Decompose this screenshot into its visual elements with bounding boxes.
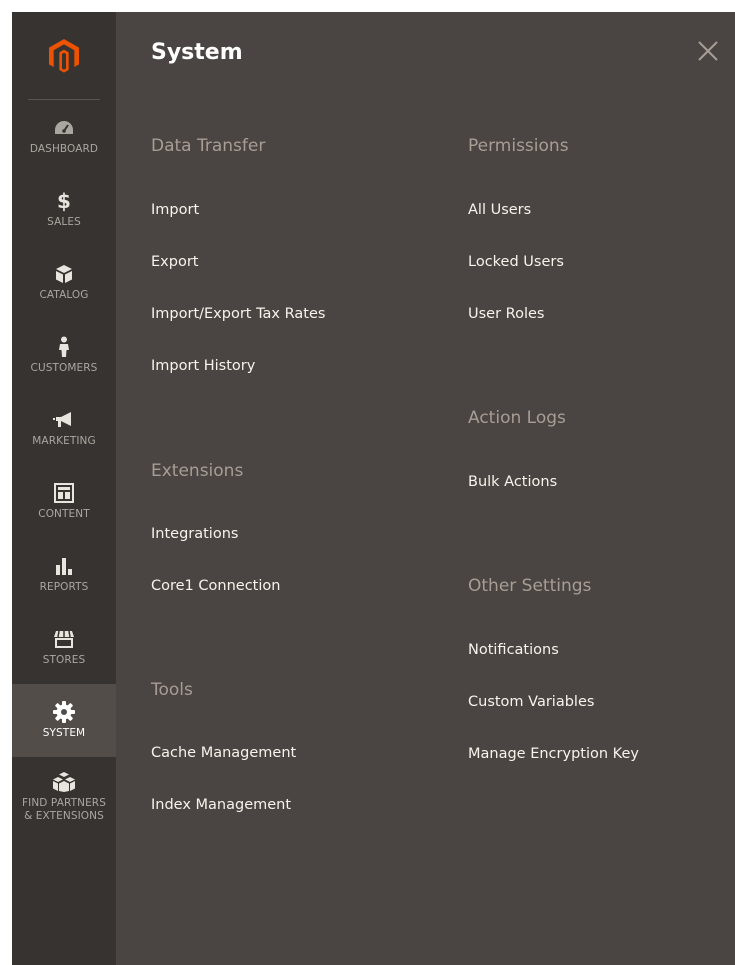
link-custom-variables[interactable]: Custom Variables bbox=[468, 694, 594, 710]
page-title: System bbox=[151, 40, 243, 65]
link-import-export-tax-rates[interactable]: Import/Export Tax Rates bbox=[151, 306, 325, 322]
sidebar-item-label: STORES bbox=[42, 654, 86, 666]
sidebar-item-dashboard[interactable]: DASHBOARD bbox=[12, 100, 116, 173]
sidebar-item-label: CONTENT bbox=[38, 508, 90, 520]
sidebar-item-label: CUSTOMERS bbox=[30, 362, 98, 374]
sidebar-item-label: SALES bbox=[47, 216, 81, 228]
cubes-icon bbox=[53, 771, 75, 793]
section-title-permissions: Permissions bbox=[468, 136, 569, 156]
close-icon bbox=[698, 41, 718, 61]
link-integrations[interactable]: Integrations bbox=[151, 526, 238, 542]
system-menu-panel: System Data Transfer Import Export Impor… bbox=[116, 12, 735, 965]
link-all-users[interactable]: All Users bbox=[468, 202, 531, 218]
close-button[interactable] bbox=[697, 40, 719, 62]
sidebar-item-label: MARKETING bbox=[32, 435, 96, 447]
sidebar-item-sales[interactable]: $ SALES bbox=[12, 173, 116, 246]
sidebar-item-catalog[interactable]: CATALOG bbox=[12, 246, 116, 319]
megaphone-icon bbox=[53, 409, 75, 431]
link-index-management[interactable]: Index Management bbox=[151, 797, 291, 813]
sidebar-item-marketing[interactable]: MARKETING bbox=[12, 392, 116, 465]
admin-app: DASHBOARD $ SALES CATALOG CUSTOMERS MARK… bbox=[12, 12, 735, 965]
link-user-roles[interactable]: User Roles bbox=[468, 306, 544, 322]
sidebar-item-label: SYSTEM bbox=[42, 727, 86, 739]
section-title-tools: Tools bbox=[151, 680, 193, 700]
sidebar-item-reports[interactable]: REPORTS bbox=[12, 538, 116, 611]
storefront-icon bbox=[53, 628, 75, 650]
sidebar-item-label: REPORTS bbox=[39, 581, 89, 593]
link-export[interactable]: Export bbox=[151, 254, 198, 270]
sidebar-item-system[interactable]: SYSTEM bbox=[12, 684, 116, 757]
sidebar-item-label: CATALOG bbox=[39, 289, 89, 301]
bar-chart-icon bbox=[54, 555, 74, 577]
gear-icon bbox=[53, 701, 75, 723]
section-title-data-transfer: Data Transfer bbox=[151, 136, 266, 156]
section-title-other-settings: Other Settings bbox=[468, 576, 592, 596]
link-core1-connection[interactable]: Core1 Connection bbox=[151, 578, 280, 594]
sidebar-item-content[interactable]: CONTENT bbox=[12, 465, 116, 538]
sidebar-item-label: FIND PARTNERS & EXTENSIONS bbox=[22, 797, 106, 822]
admin-sidebar: DASHBOARD $ SALES CATALOG CUSTOMERS MARK… bbox=[12, 12, 116, 965]
link-manage-encryption-key[interactable]: Manage Encryption Key bbox=[468, 746, 639, 762]
dashboard-gauge-icon bbox=[53, 117, 75, 139]
box-icon bbox=[55, 263, 73, 285]
logo-divider bbox=[28, 99, 100, 100]
logo[interactable] bbox=[12, 12, 116, 100]
sidebar-item-customers[interactable]: CUSTOMERS bbox=[12, 319, 116, 392]
link-locked-users[interactable]: Locked Users bbox=[468, 254, 564, 270]
link-import-history[interactable]: Import History bbox=[151, 358, 255, 374]
layout-icon bbox=[54, 482, 74, 504]
sidebar-item-stores[interactable]: STORES bbox=[12, 611, 116, 684]
link-bulk-actions[interactable]: Bulk Actions bbox=[468, 474, 557, 490]
link-notifications[interactable]: Notifications bbox=[468, 642, 559, 658]
person-icon bbox=[58, 336, 70, 358]
sidebar-item-label: DASHBOARD bbox=[29, 143, 99, 155]
section-title-action-logs: Action Logs bbox=[468, 408, 566, 428]
magento-logo-icon bbox=[49, 39, 79, 73]
link-cache-management[interactable]: Cache Management bbox=[151, 745, 296, 761]
link-import[interactable]: Import bbox=[151, 202, 199, 218]
section-title-extensions: Extensions bbox=[151, 461, 244, 481]
sidebar-item-find-partners[interactable]: FIND PARTNERS & EXTENSIONS bbox=[12, 757, 116, 837]
dollar-icon: $ bbox=[57, 189, 71, 213]
